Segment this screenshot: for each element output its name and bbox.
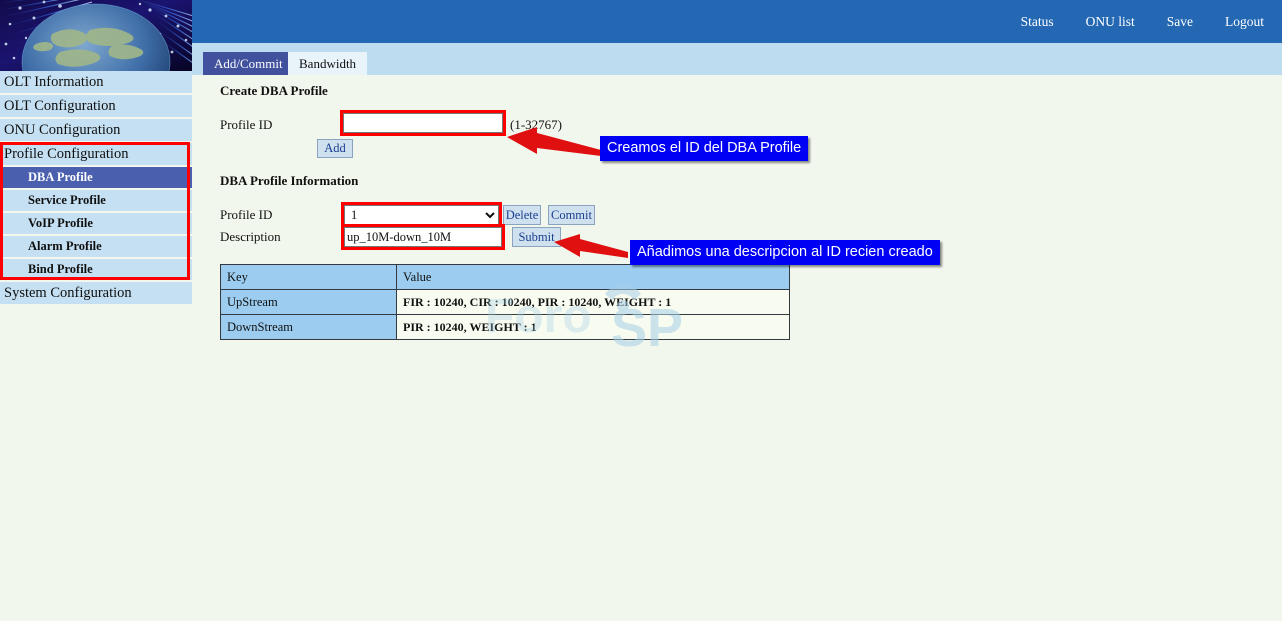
annotation-arrow-1 xyxy=(505,126,605,162)
add-button[interactable]: Add xyxy=(317,139,353,158)
globe-graphic xyxy=(0,0,192,71)
annotation-arrow-2 xyxy=(552,232,630,262)
description-input[interactable] xyxy=(344,227,502,247)
create-profile-id-label: Profile ID xyxy=(220,117,272,133)
commit-button[interactable]: Commit xyxy=(548,205,595,225)
sidebar-item-system-configuration[interactable]: System Configuration xyxy=(0,282,192,306)
nav-logout[interactable]: Logout xyxy=(1225,14,1264,30)
table-row-upstream-key: UpStream xyxy=(221,290,397,315)
sidebar-item-bind-profile[interactable]: Bind Profile xyxy=(0,259,192,282)
top-navigation: Status ONU list Save Logout xyxy=(1021,0,1264,43)
table-row-upstream-value: FIR : 10240, CIR : 10240, PIR : 10240, W… xyxy=(397,290,790,315)
create-profile-id-input[interactable] xyxy=(343,113,503,133)
sidebar-item-profile-configuration[interactable]: Profile Configuration xyxy=(0,143,192,167)
logo-banner xyxy=(0,0,192,71)
sidebar-item-alarm-profile[interactable]: Alarm Profile xyxy=(0,236,192,259)
sidebar-item-onu-configuration[interactable]: ONU Configuration xyxy=(0,119,192,143)
delete-button[interactable]: Delete xyxy=(503,205,541,225)
nav-onu-list[interactable]: ONU list xyxy=(1086,14,1135,30)
table-col-value: Value xyxy=(397,265,790,290)
profile-id-select[interactable]: 1 xyxy=(344,205,499,225)
sidebar-item-dba-profile[interactable]: DBA Profile xyxy=(0,167,192,190)
table-header-row: Key Value xyxy=(221,265,790,290)
top-header-bar: Status ONU list Save Logout xyxy=(0,0,1282,43)
sidebar-item-voip-profile[interactable]: VoIP Profile xyxy=(0,213,192,236)
nav-status[interactable]: Status xyxy=(1021,14,1054,30)
tab-bandwidth[interactable]: Bandwidth xyxy=(288,52,367,75)
sidebar-menu: OLT Information OLT Configuration ONU Co… xyxy=(0,71,192,306)
nav-save[interactable]: Save xyxy=(1167,14,1193,30)
table-row-downstream-key: DownStream xyxy=(221,315,397,340)
create-dba-profile-title: Create DBA Profile xyxy=(220,83,328,99)
table-row: DownStream PIR : 10240, WEIGHT : 1 xyxy=(221,315,790,340)
dba-profile-information-title: DBA Profile Information xyxy=(220,173,358,189)
table-row: UpStream FIR : 10240, CIR : 10240, PIR :… xyxy=(221,290,790,315)
description-label: Description xyxy=(220,229,281,245)
annotation-create-id: Creamos el ID del DBA Profile xyxy=(600,136,808,161)
table-row-downstream-value: PIR : 10240, WEIGHT : 1 xyxy=(397,315,790,340)
annotation-add-description: Añadimos una descripcion al ID recien cr… xyxy=(630,240,940,265)
dba-profile-table: Key Value UpStream FIR : 10240, CIR : 10… xyxy=(220,264,790,340)
sidebar-item-olt-configuration[interactable]: OLT Configuration xyxy=(0,95,192,119)
sidebar-item-service-profile[interactable]: Service Profile xyxy=(0,190,192,213)
sidebar-item-olt-information[interactable]: OLT Information xyxy=(0,71,192,95)
tab-strip: Add/Commit Bandwidth xyxy=(192,43,1282,75)
table-col-key: Key xyxy=(221,265,397,290)
info-profile-id-label: Profile ID xyxy=(220,207,272,223)
tab-add-commit[interactable]: Add/Commit xyxy=(203,52,294,75)
